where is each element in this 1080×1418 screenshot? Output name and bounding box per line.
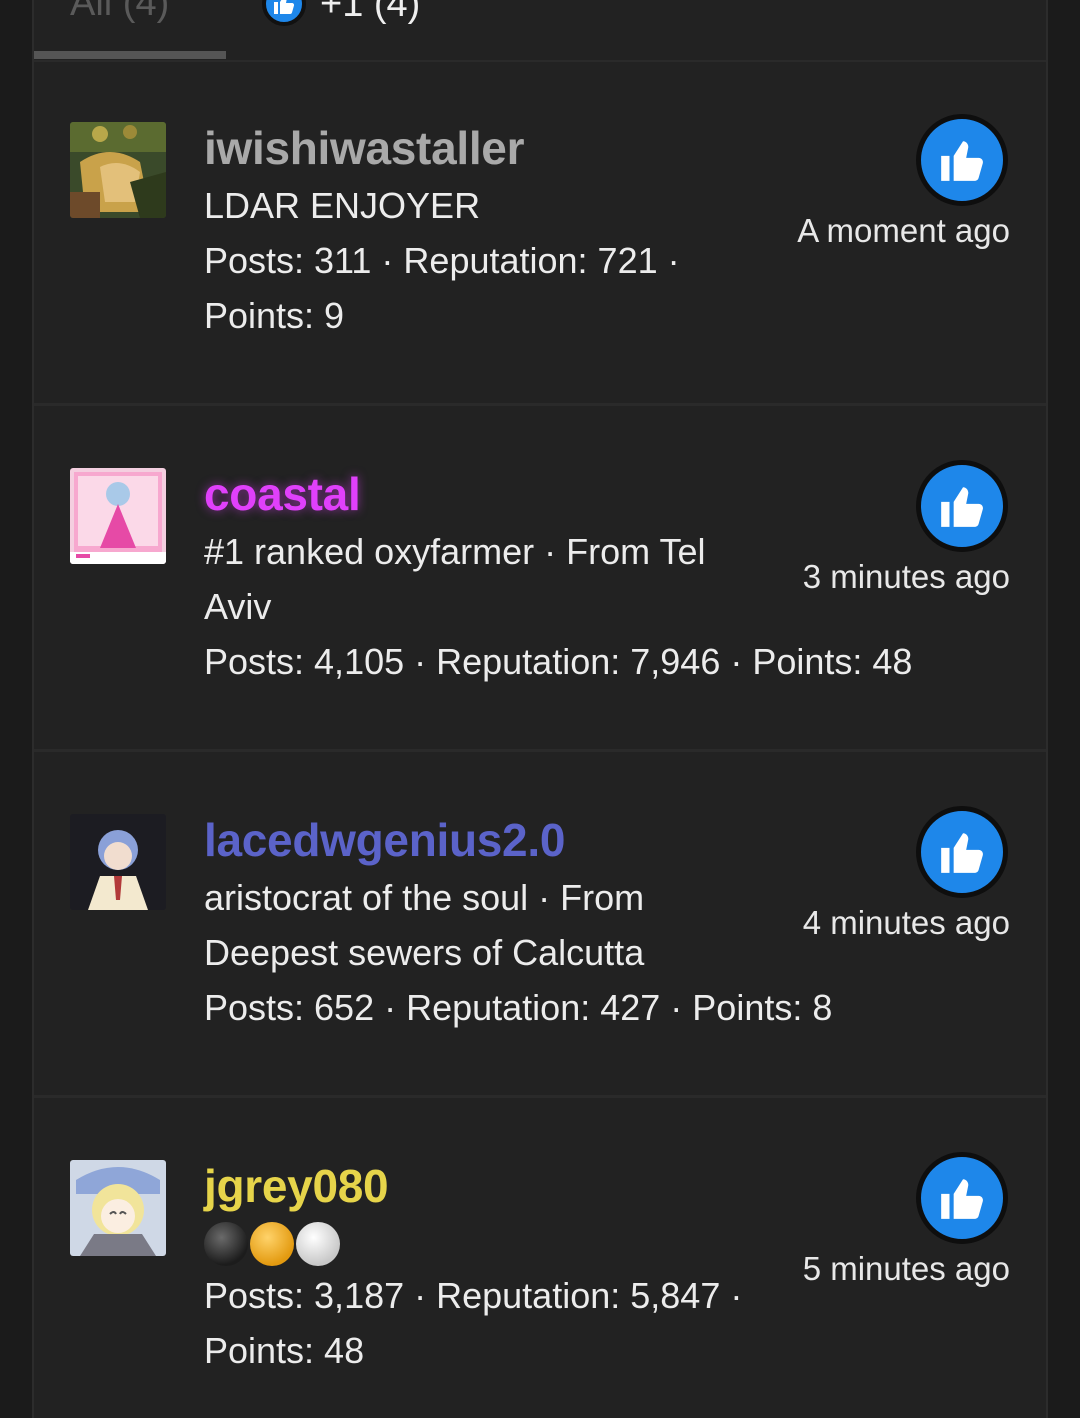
- list-item: iwishiwastaller LDAR ENJOYER Posts: 311 …: [34, 62, 1046, 406]
- tab-all[interactable]: All (4): [70, 0, 169, 25]
- avatar[interactable]: [70, 814, 166, 910]
- thumbs-up-icon: [941, 141, 983, 181]
- username[interactable]: iwishiwastaller: [204, 118, 784, 178]
- user-stats: Posts: 311 · Reputation: 721 ·: [204, 240, 680, 281]
- gold-badge-icon: [250, 1222, 294, 1266]
- user-location: Deepest sewers of Calcutta: [204, 932, 645, 973]
- timestamp: 5 minutes ago: [802, 1250, 1010, 1287]
- user-stats: Posts: 3,187 · Reputation: 5,847 ·: [204, 1275, 743, 1316]
- list-item: coastal #1 ranked oxyfarmer · From Tel A…: [34, 408, 1046, 752]
- thumbs-up-icon: [941, 833, 983, 873]
- user-stats: Posts: 652 · Reputation: 427 · Points: 8: [204, 987, 833, 1028]
- reaction-tabs: All (4) +1 (4): [34, 0, 1046, 62]
- list-item: lacedwgenius2.0 aristocrat of the soul ·…: [34, 754, 1046, 1098]
- user-title: #1 ranked oxyfarmer · From Tel: [204, 531, 706, 572]
- thumbs-up-icon: [262, 0, 306, 26]
- like-button[interactable]: [916, 806, 1008, 898]
- user-stats-cont: Points: 48: [204, 1330, 365, 1371]
- silver-badge-icon: [296, 1222, 340, 1266]
- username[interactable]: coastal: [204, 464, 784, 524]
- timestamp: 3 minutes ago: [802, 558, 1010, 595]
- tab-plus-one-label: +1 (4): [320, 0, 421, 25]
- avatar[interactable]: [70, 1160, 166, 1256]
- tab-plus-one[interactable]: +1 (4): [262, 0, 420, 26]
- avatar[interactable]: [70, 468, 166, 564]
- thumbs-up-icon: [941, 487, 983, 527]
- avatar[interactable]: [70, 122, 166, 218]
- user-stats-cont: Points: 9: [204, 295, 345, 336]
- badge-row: [204, 1220, 784, 1268]
- user-stats: Posts: 4,105 · Reputation: 7,946 · Point…: [204, 641, 913, 682]
- like-button[interactable]: [916, 460, 1008, 552]
- active-tab-indicator: [34, 51, 226, 59]
- timestamp: A moment ago: [797, 212, 1010, 249]
- like-button[interactable]: [916, 114, 1008, 206]
- timestamp: 4 minutes ago: [802, 904, 1010, 941]
- username[interactable]: jgrey080: [204, 1156, 784, 1216]
- user-title: LDAR ENJOYER: [204, 185, 481, 226]
- thumbs-up-icon: [941, 1179, 983, 1219]
- like-button[interactable]: [916, 1152, 1008, 1244]
- black-badge-icon: [204, 1222, 248, 1266]
- username[interactable]: lacedwgenius2.0: [204, 810, 784, 870]
- list-item: jgrey080 Posts: 3,187 · Reputation: 5,84…: [34, 1100, 1046, 1418]
- user-location: Aviv: [204, 586, 272, 627]
- user-title: aristocrat of the soul · From: [204, 877, 645, 918]
- likes-panel: All (4) +1 (4) iwishiwastaller LDAR ENJO…: [32, 0, 1048, 1418]
